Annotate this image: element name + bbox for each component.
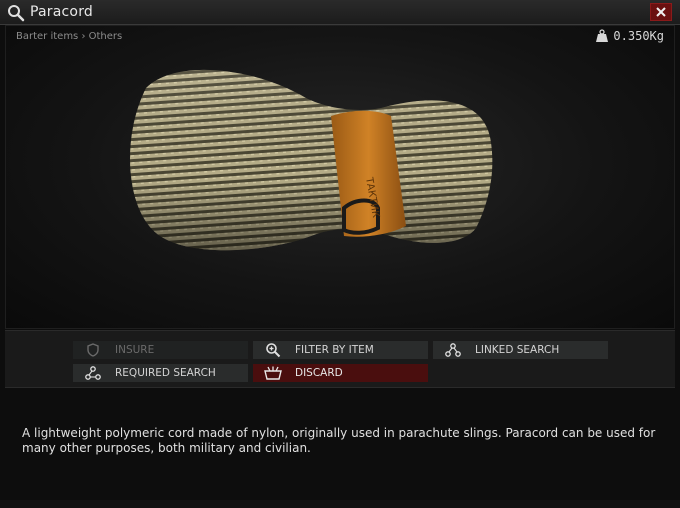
title-bar[interactable]: Paracord — [0, 0, 680, 25]
required-search-label: REQUIRED SEARCH — [115, 367, 216, 379]
insure-button[interactable]: INSURE — [73, 341, 248, 359]
item-weight: 0.350Kg — [595, 29, 664, 43]
shield-icon — [83, 342, 103, 358]
linked-nodes-icon — [443, 342, 463, 358]
close-button[interactable] — [650, 3, 672, 21]
close-icon — [656, 7, 666, 17]
action-panel: INSURE FILTER BY ITEM LINKED SEARCH REQU… — [5, 330, 675, 388]
breadcrumb: Barter items › Others — [16, 31, 123, 42]
item-description: A lightweight polymeric cord made of nyl… — [22, 426, 656, 455]
linked-search-label: LINKED SEARCH — [475, 344, 560, 356]
discard-icon — [263, 365, 283, 381]
window-title: Paracord — [30, 4, 93, 20]
linked-search-button[interactable]: LINKED SEARCH — [433, 341, 608, 359]
required-nodes-icon — [83, 365, 103, 381]
item-preview[interactable]: Barter items › Others 0.350Kg ТАКТИК — [5, 25, 675, 329]
search-icon — [8, 5, 25, 22]
filter-by-item-label: FILTER BY ITEM — [295, 344, 374, 356]
discard-button[interactable]: DISCARD — [253, 364, 428, 382]
filter-by-item-button[interactable]: FILTER BY ITEM — [253, 341, 428, 359]
insure-label: INSURE — [115, 344, 155, 356]
weight-value: 0.350Kg — [613, 29, 664, 43]
required-search-button[interactable]: REQUIRED SEARCH — [73, 364, 248, 382]
paracord-image: ТАКТИК — [129, 69, 493, 251]
discard-label: DISCARD — [295, 367, 343, 379]
item-inspect-window: Paracord Barter items › Others 0.350Kg Т… — [0, 0, 680, 508]
zoom-in-icon — [263, 342, 283, 358]
weight-icon — [596, 29, 609, 42]
bottom-border — [0, 500, 680, 508]
